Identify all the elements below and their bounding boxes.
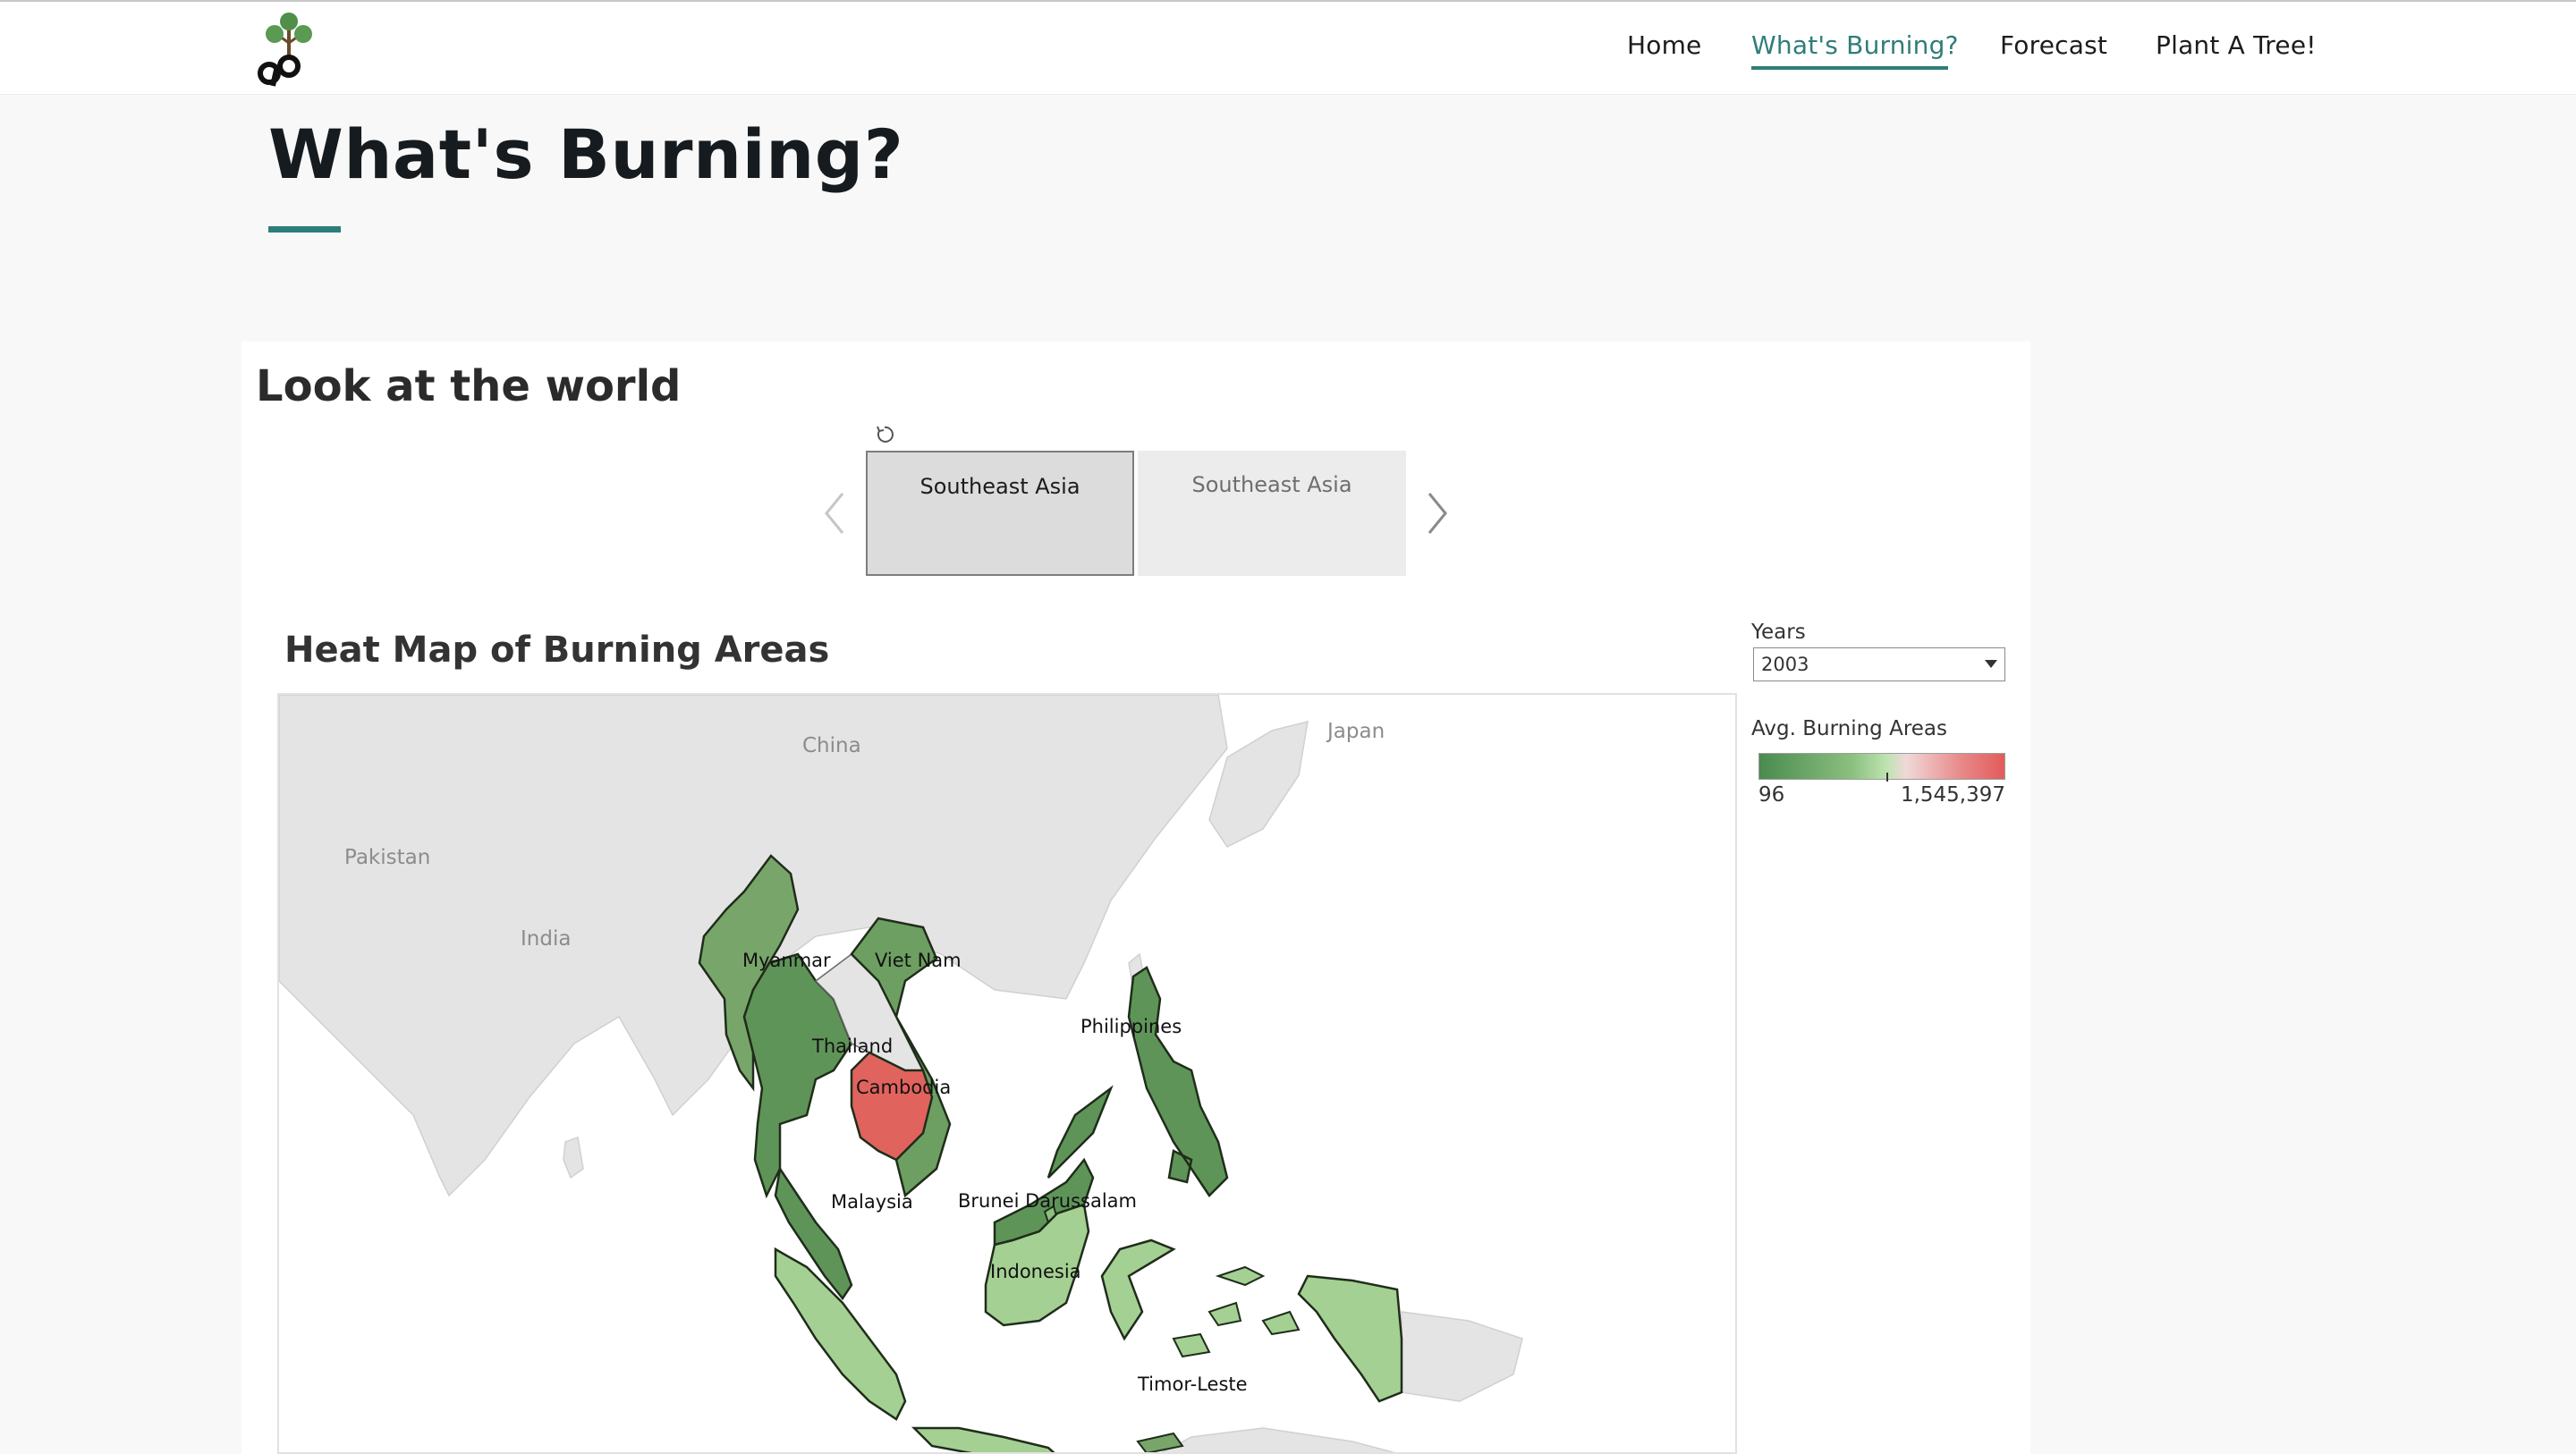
map-label-timor-leste: Timor-Leste (1137, 1374, 1248, 1395)
legend-color-ramp (1758, 753, 2005, 780)
legend-min-value: 96 (1758, 783, 1785, 807)
map-label-malaysia: Malaysia (831, 1191, 913, 1213)
map-label-viet-nam: Viet Nam (875, 950, 962, 971)
nav-forecast-link[interactable]: Forecast (2000, 30, 2107, 60)
map-label-india: India (521, 927, 571, 951)
map-label-philippines: Philippines (1080, 1016, 1182, 1037)
years-dropdown-value: 2003 (1761, 654, 1809, 675)
revert-icon[interactable] (874, 424, 895, 445)
story-next-arrow-icon[interactable] (1424, 490, 1451, 537)
story-prev-arrow-icon[interactable] (821, 490, 848, 537)
map-label-brunei: Brunei Darussalam (958, 1190, 1137, 1212)
title-underline (268, 226, 341, 232)
page-title: What's Burning? (268, 114, 904, 194)
map-canvas: China Japan Pakistan India Myanmar Viet … (279, 695, 1735, 1452)
map-label-cambodia: Cambodia (856, 1077, 951, 1098)
legend-midpoint-tick (1886, 773, 1888, 782)
tree-logo-icon[interactable] (253, 7, 325, 88)
nav-active-indicator (1751, 66, 1948, 70)
map-label-china: China (802, 734, 861, 757)
map-label-thailand: Thailand (811, 1036, 893, 1057)
story-title: Look at the world (256, 361, 682, 411)
map-label-myanmar: Myanmar (742, 950, 831, 971)
legend-max-container: 1,545,397 (1878, 783, 2005, 807)
nav-whats-burning-link[interactable]: What's Burning? (1751, 30, 1959, 60)
story-point-southeast-asia-2[interactable]: Southeast Asia (1138, 451, 1406, 576)
map-label-pakistan: Pakistan (344, 846, 430, 869)
story-point-southeast-asia-1[interactable]: Southeast Asia (866, 451, 1134, 576)
years-dropdown[interactable]: 2003 (1753, 647, 2005, 681)
top-navbar: Home What's Burning? Forecast Plant A Tr… (0, 0, 2576, 95)
chevron-down-icon (1985, 660, 1997, 668)
legend-title: Avg. Burning Areas (1751, 717, 1947, 740)
map-sheet-title: Heat Map of Burning Areas (284, 630, 830, 671)
heat-map[interactable]: China Japan Pakistan India Myanmar Viet … (277, 693, 1737, 1454)
years-filter-label: Years (1751, 621, 1806, 644)
map-label-japan: Japan (1326, 720, 1385, 743)
map-label-indonesia: Indonesia (990, 1261, 1081, 1282)
legend-max-value: 1,545,397 (1900, 783, 2005, 807)
nav-home-link[interactable]: Home (1627, 30, 1702, 60)
nav-plant-a-tree-link[interactable]: Plant A Tree! (2156, 30, 2317, 60)
